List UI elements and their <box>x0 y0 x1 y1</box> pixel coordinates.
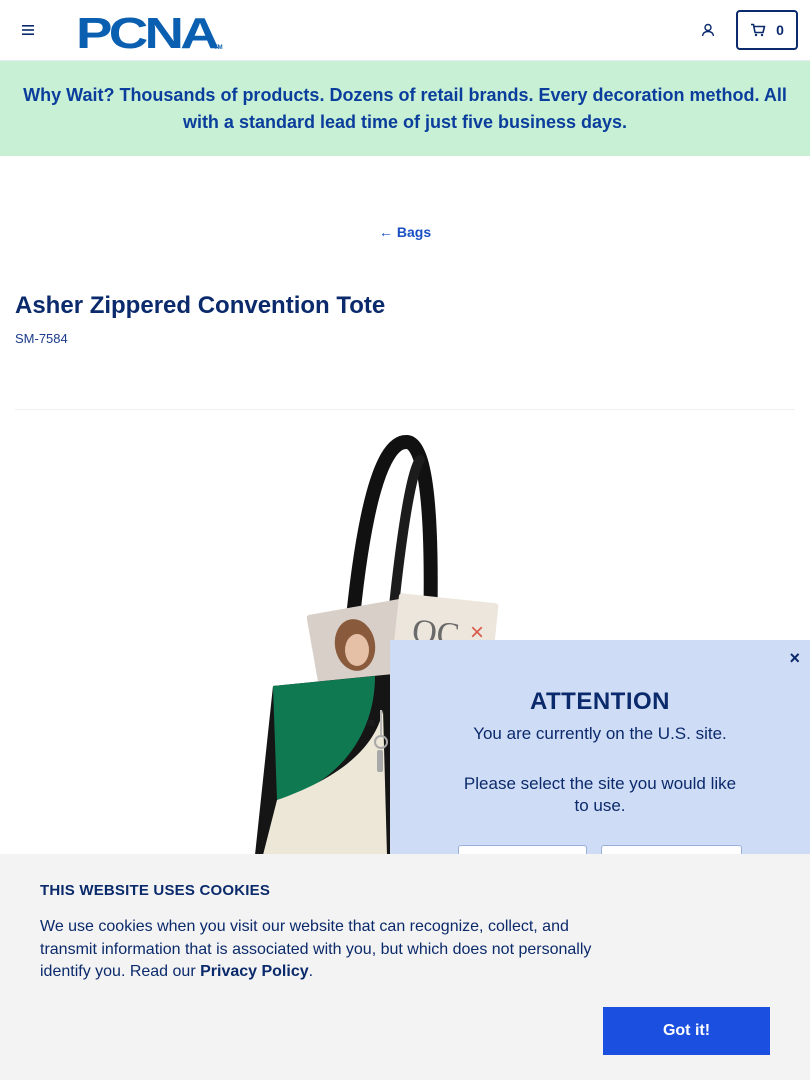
modal-current-site-text: You are currently on the U.S. site. <box>473 724 727 743</box>
cookie-text-end: . <box>308 963 314 980</box>
cookie-banner-title: THIS WEBSITE USES COOKIES <box>40 882 271 899</box>
site-option-button-2[interactable] <box>601 845 742 854</box>
cookie-banner-text: We use cookies when you visit our websit… <box>40 916 600 984</box>
site-option-button-1[interactable] <box>458 845 587 854</box>
cookie-banner: THIS WEBSITE USES COOKIES We use cookies… <box>0 854 810 1080</box>
close-icon[interactable]: × <box>789 648 800 669</box>
site-selection-modal: × ATTENTION You are currently on the U.S… <box>390 640 810 854</box>
user-icon <box>701 23 715 37</box>
back-link-label: Bags <box>396 224 432 240</box>
cookie-text-body: We use cookies when you visit our websit… <box>40 918 592 980</box>
menu-button[interactable] <box>16 18 40 42</box>
logo-text: PCNA <box>76 11 219 51</box>
account-button[interactable] <box>696 18 720 42</box>
product-sku: SM-7584 <box>15 331 68 346</box>
back-to-category-link[interactable]: ← Bags <box>0 224 810 240</box>
promo-text: Why Wait? Thousands of products. Dozens … <box>23 84 787 132</box>
cart-button[interactable]: 0 <box>736 10 798 50</box>
product-title: Asher Zippered Convention Tote <box>15 292 386 319</box>
modal-title: ATTENTION <box>529 688 671 715</box>
arrow-left-icon: ← <box>378 224 393 240</box>
hamburger-menu-icon <box>22 25 34 35</box>
privacy-policy-link[interactable]: Privacy Policy <box>200 963 309 980</box>
site-header: PCNA TM 0 <box>0 0 810 61</box>
cart-icon <box>751 23 766 37</box>
promo-banner: Why Wait? Thousands of products. Dozens … <box>0 61 810 156</box>
logo-trademark: TM <box>214 45 223 51</box>
pcna-logo[interactable]: PCNA TM <box>76 9 224 58</box>
accept-cookies-button[interactable]: Got it! <box>603 1007 770 1055</box>
modal-select-site-text: Please select the site you would like to… <box>463 774 737 815</box>
cart-count: 0 <box>776 22 784 38</box>
